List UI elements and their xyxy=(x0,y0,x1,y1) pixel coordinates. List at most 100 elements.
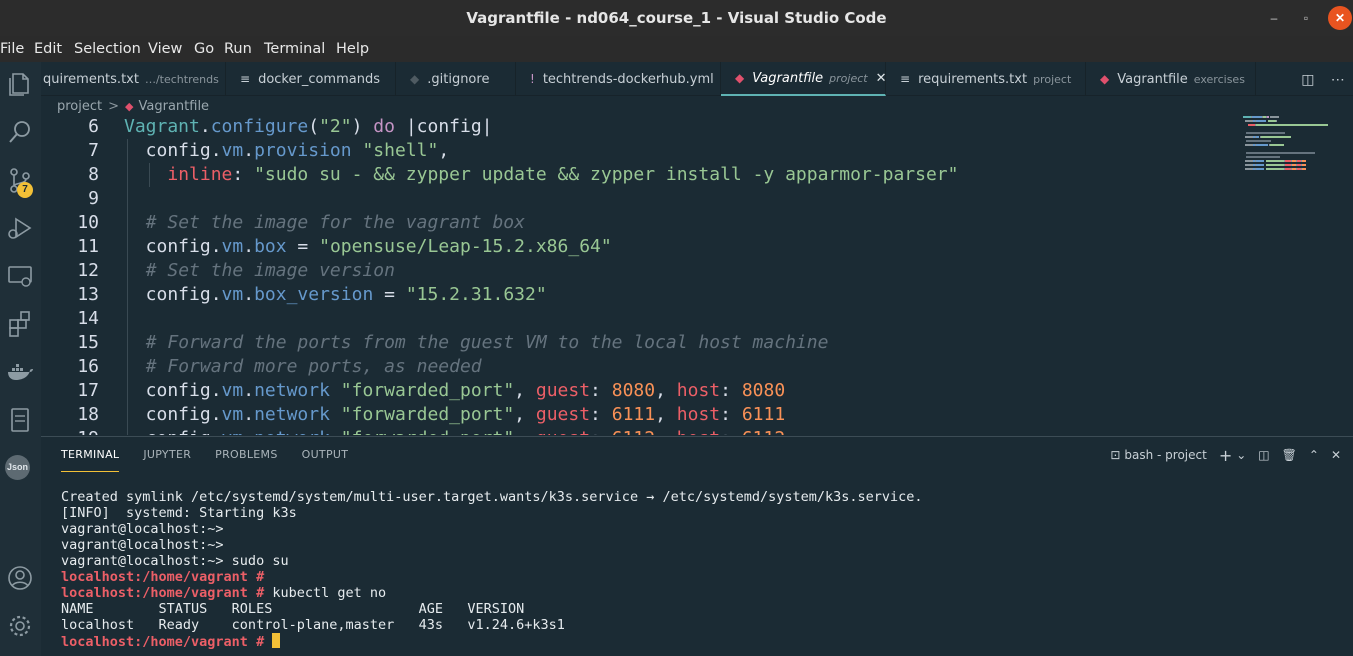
close-tab-icon[interactable]: ✕ xyxy=(876,71,887,86)
minimap-line xyxy=(1243,116,1251,118)
line-number: 6 xyxy=(88,116,99,137)
panel-tab-problems[interactable]: PROBLEMS xyxy=(215,437,277,473)
code-line: 10 # Set the image for the vagrant box xyxy=(41,211,1241,235)
split-editor-icon[interactable]: ◫ xyxy=(1301,71,1314,88)
tab--gitignore[interactable]: ◆ .gitignore xyxy=(396,62,516,96)
minimap-line xyxy=(1270,144,1285,146)
breadcrumb-file[interactable]: Vagrantfile xyxy=(139,99,210,114)
extensions-icon[interactable] xyxy=(4,308,36,340)
terminal-line: Created symlink /etc/systemd/system/mult… xyxy=(61,489,1331,505)
menu-selection[interactable]: Selection xyxy=(74,41,147,57)
terminal-text: NAME STATUS ROLES AGE VERSION xyxy=(61,601,525,617)
terminal-cursor xyxy=(272,633,281,648)
line-number: 11 xyxy=(77,236,99,257)
menu-help[interactable]: Help xyxy=(336,41,375,57)
split-terminal-icon[interactable]: ◫ xyxy=(1258,448,1269,462)
panel-tab-terminal[interactable]: TERMINAL xyxy=(61,438,120,472)
panel-tab-jupyter[interactable]: JUPYTER xyxy=(143,437,191,473)
tab-techtrends-dockerhub-yml[interactable]: ! techtrends-dockerhub.yml xyxy=(516,62,721,96)
tab-vagrantfile[interactable]: ◆ Vagrantfile exercises xyxy=(1086,62,1256,96)
code-token: , xyxy=(514,428,536,435)
breadcrumb-folder[interactable]: project xyxy=(57,99,102,114)
remote-explorer-icon[interactable] xyxy=(4,260,36,292)
tab-label: techtrends-dockerhub.yml xyxy=(542,71,714,87)
run-debug-icon[interactable] xyxy=(4,212,36,244)
window-title: Vagrantfile - nd064_course_1 - Visual St… xyxy=(466,9,887,27)
file-icon: ≡ xyxy=(900,72,911,86)
more-actions-icon[interactable]: ⋯ xyxy=(1331,71,1345,88)
line-code: # Forward more ports, as needed xyxy=(124,355,482,379)
terminal-output[interactable]: Created symlink /etc/systemd/system/mult… xyxy=(61,489,1331,650)
code-token: network xyxy=(254,404,330,425)
settings-gear-icon[interactable] xyxy=(4,610,36,642)
line-number: 10 xyxy=(77,212,99,233)
close-window-button[interactable]: ✕ xyxy=(1328,6,1352,30)
terminal-text: vagrant@localhost:~> xyxy=(61,537,224,553)
terminal-line: vagrant@localhost:~> xyxy=(61,521,1331,537)
kill-terminal-icon[interactable]: 🗑 xyxy=(1282,448,1297,462)
code-line: 17 config.vm.network "forwarded_port", g… xyxy=(41,379,1241,403)
code-line: 6 Vagrant.configure("2") do |config| xyxy=(41,115,1241,139)
panel-tab-output[interactable]: OUTPUT xyxy=(302,437,349,473)
menu-view[interactable]: View xyxy=(148,41,188,57)
line-code: config.vm.box = "opensuse/Leap-15.2.x86_… xyxy=(124,235,612,259)
code-token: vm xyxy=(221,140,244,161)
editor-actions: ◫ ⋯ xyxy=(1293,62,1353,96)
line-number: 14 xyxy=(77,308,99,329)
minimap-line xyxy=(1256,164,1265,166)
menu-file[interactable]: File xyxy=(0,41,30,57)
maximize-button[interactable]: ▫ xyxy=(1294,6,1318,30)
code-token: , xyxy=(514,380,536,401)
menu-run[interactable]: Run xyxy=(224,41,258,57)
minimap-line xyxy=(1266,168,1285,170)
terminal-name[interactable]: bash - project xyxy=(1124,448,1206,462)
file-icon: ◆ xyxy=(410,72,420,86)
terminal-dropdown-icon[interactable]: ⌄ xyxy=(1236,448,1246,462)
file-icon: ◆ xyxy=(735,71,745,85)
new-terminal-button[interactable]: + xyxy=(1219,446,1232,465)
code-token: : xyxy=(590,404,612,425)
code-token: # Set the image version xyxy=(145,260,395,281)
activity-bar: 7 Json xyxy=(0,62,41,656)
minimap[interactable] xyxy=(1243,116,1333,196)
menu-terminal[interactable]: Terminal xyxy=(264,41,331,57)
tab-docker-commands[interactable]: ≡ docker_commands xyxy=(226,62,396,96)
code-token: box_version xyxy=(254,284,374,305)
code-token: config. xyxy=(124,428,222,435)
notebook-icon[interactable] xyxy=(4,404,36,436)
minimap-line xyxy=(1256,120,1267,122)
code-token: host xyxy=(677,428,720,435)
minimap-line xyxy=(1246,140,1272,142)
tab-quirements-txt[interactable]: quirements.txt …/techtrends xyxy=(41,62,226,96)
explorer-icon[interactable] xyxy=(4,68,36,100)
minimap-line xyxy=(1256,168,1265,170)
code-token: : xyxy=(232,164,255,185)
tab-vagrantfile[interactable]: ◆ Vagrantfile project ✕ xyxy=(721,62,887,96)
tab-label: docker_commands xyxy=(258,71,380,87)
search-icon[interactable] xyxy=(4,116,36,148)
account-icon[interactable] xyxy=(4,562,36,594)
code-editor[interactable]: 6 Vagrant.configure("2") do |config| 7 con… xyxy=(41,115,1353,435)
json-icon[interactable]: Json xyxy=(5,455,30,480)
close-panel-icon[interactable]: ✕ xyxy=(1331,448,1341,462)
code-token: # Forward more ports, as needed xyxy=(145,356,482,377)
code-token: |config| xyxy=(394,116,493,137)
code-token: "2" xyxy=(319,116,352,137)
docker-icon[interactable] xyxy=(4,356,36,388)
code-line: 13 config.vm.box_version = "15.2.31.632" xyxy=(41,283,1241,307)
line-code: config.vm.box_version = "15.2.31.632" xyxy=(124,283,547,307)
terminal-line: localhost Ready control-plane,master 43s… xyxy=(61,617,1331,633)
code-token: , xyxy=(655,404,677,425)
maximize-panel-icon[interactable]: ⌃ xyxy=(1309,448,1319,462)
code-token: ) xyxy=(351,116,374,137)
tab-requirements-txt[interactable]: ≡ requirements.txt project xyxy=(886,62,1086,96)
code-token: : xyxy=(590,380,612,401)
menu-edit[interactable]: Edit xyxy=(34,41,68,57)
minimize-button[interactable]: – xyxy=(1262,6,1286,30)
breadcrumb: project > ◆ Vagrantfile xyxy=(41,96,1353,116)
menu-go[interactable]: Go xyxy=(194,41,220,57)
